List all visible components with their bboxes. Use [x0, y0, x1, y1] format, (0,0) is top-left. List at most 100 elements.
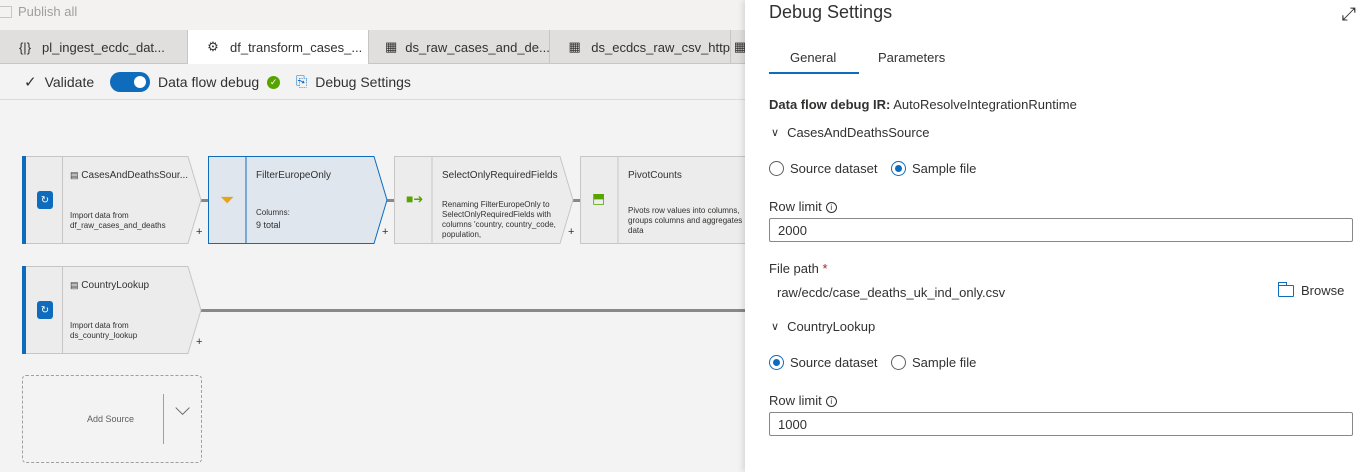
browse-label: Browse	[1301, 283, 1345, 298]
pipeline-icon: {|}	[18, 39, 32, 55]
add-step-button[interactable]: +	[196, 226, 202, 238]
column-count: 9 total	[256, 220, 281, 230]
editor-tabs: {|} pl_ingest_ecdc_dat... ⚙ df_transform…	[0, 30, 745, 64]
radio-sample-file[interactable]: Sample file	[891, 355, 976, 370]
tab-label: df_transform_cases_...	[230, 39, 363, 55]
dataflow-debug-toggle[interactable]: Data flow debug ✓	[110, 72, 281, 92]
file-path-value[interactable]: raw/ecdc/case_deaths_uk_ind_only.csv	[777, 285, 1005, 300]
toggle-switch[interactable]	[110, 72, 150, 92]
node-title: FilterEuropeOnly	[256, 170, 332, 181]
filter-icon: ⏷	[220, 190, 235, 210]
debug-ir-value: AutoResolveIntegrationRuntime	[893, 97, 1077, 112]
row-limit-label: Row limit i	[769, 393, 837, 408]
add-step-button[interactable]: +	[196, 336, 202, 348]
browse-button[interactable]: Browse	[1278, 281, 1345, 298]
dataflow-toolbar: ✓ Validate Data flow debug ✓ ⎘ Debug Set…	[0, 64, 745, 100]
tab-general[interactable]: General	[790, 50, 836, 65]
expand-icon[interactable]: ⤢	[1342, 4, 1356, 25]
add-step-button[interactable]: +	[568, 226, 574, 238]
node-description: Pivots row values into columns, groups c…	[628, 206, 743, 235]
tab-dataflow[interactable]: ⚙ df_transform_cases_...	[188, 30, 369, 64]
add-source-button[interactable]: Add Source ⌵	[22, 375, 202, 463]
radio-label: Source dataset	[790, 161, 878, 176]
node-title: ▤ CountryLookup	[70, 280, 190, 291]
node-title: SelectOnlyRequiredFields	[442, 170, 558, 181]
divider	[163, 394, 164, 444]
add-source-label: Add Source	[87, 414, 135, 424]
node-description: Import data from ds_country_lookup	[70, 321, 138, 340]
radio-button[interactable]	[891, 355, 906, 370]
node-cases-deaths-source[interactable]: ↻ ▤ CasesAndDeathsSour... Import data fr…	[22, 156, 202, 244]
node-pivot-counts[interactable]: ⬒ PivotCounts Pivots row values into col…	[580, 156, 745, 244]
row-limit-input[interactable]: 1000	[769, 412, 1353, 436]
info-icon[interactable]: i	[825, 202, 837, 214]
node-icon-area: ↻	[26, 266, 64, 354]
active-tab-indicator	[769, 72, 859, 74]
radio-label: Source dataset	[790, 355, 878, 370]
radio-label: Sample file	[912, 161, 977, 176]
dataflow-icon: ⚙	[207, 39, 219, 54]
tab-parameters[interactable]: Parameters	[878, 50, 945, 65]
file-path-text: File path	[769, 261, 819, 276]
row-limit-text: Row limit	[769, 393, 822, 408]
panel-title: Debug Settings	[769, 2, 893, 22]
node-description: Import data from df_raw_cases_and_deaths	[70, 211, 166, 230]
table-icon: ▦	[733, 39, 745, 54]
dataflow-canvas[interactable]: ↻ ▤ CasesAndDeathsSour... Import data fr…	[0, 101, 745, 472]
node-filter-europe-only[interactable]: ⏷ FilterEuropeOnly Columns: 9 total +	[208, 156, 388, 244]
table-icon: ▦	[385, 39, 398, 54]
node-title: ▤ CasesAndDeathsSour...	[70, 170, 190, 181]
node-title-text: CasesAndDeathsSour...	[81, 170, 189, 181]
success-check-icon: ✓	[267, 75, 281, 89]
radio-source-dataset[interactable]: Source dataset	[769, 161, 877, 176]
node-country-lookup[interactable]: ↻ ▤ CountryLookup Import data from ds_co…	[22, 266, 202, 354]
node-title-text: CountryLookup	[81, 280, 150, 291]
required-mark: *	[822, 261, 828, 276]
folder-icon	[1278, 281, 1294, 297]
debug-settings-label: Debug Settings	[315, 73, 411, 90]
row-limit-text: Row limit	[769, 199, 822, 214]
validate-label: Validate	[44, 74, 95, 90]
tab-dataset-raw-cases[interactable]: ▦ ds_raw_cases_and_de...	[369, 30, 550, 64]
dataflow-debug-label: Data flow debug	[158, 74, 260, 90]
radio-button[interactable]	[891, 161, 906, 176]
section-cases-deaths-source[interactable]: ∨ CasesAndDeathsSource	[771, 125, 929, 140]
tab-dataset-ecdc-http[interactable]: ▦ ds_ecdcs_raw_csv_http	[550, 30, 731, 64]
file-path-label: File path *	[769, 261, 828, 276]
tab-pipeline[interactable]: {|} pl_ingest_ecdc_dat...	[0, 30, 188, 64]
chevron-down-icon: ∨	[771, 321, 780, 333]
section-title: CasesAndDeathsSource	[787, 125, 930, 140]
debug-settings-button[interactable]: ⎘ Debug Settings	[296, 73, 411, 90]
node-select-required-fields[interactable]: ■➜ SelectOnlyRequiredFields Renaming Fil…	[394, 156, 574, 244]
select-icon: ■➜	[406, 192, 424, 206]
tab-overflow[interactable]: ▦	[731, 30, 745, 64]
radio-button[interactable]	[769, 161, 784, 176]
top-command-bar: Publish all	[0, 0, 745, 30]
row-limit-input[interactable]: 2000	[769, 218, 1353, 242]
chevron-down-icon[interactable]: ⌵	[175, 398, 190, 421]
pivot-icon: ⬒	[592, 190, 606, 206]
info-icon[interactable]: i	[825, 396, 837, 408]
tab-label: ds_raw_cases_and_de...	[405, 39, 550, 55]
section-country-lookup[interactable]: ∨ CountryLookup	[771, 319, 875, 334]
source-icon: ↻	[37, 301, 53, 319]
radio-sample-file[interactable]: Sample file	[891, 161, 976, 176]
section-title: CountryLookup	[787, 319, 876, 334]
validate-button[interactable]: ✓ Validate	[24, 73, 94, 91]
dataset-icon: ▤	[70, 170, 79, 180]
table-icon: ▦	[568, 39, 581, 54]
publish-all-label: Publish all	[18, 4, 78, 19]
node-title: PivotCounts	[628, 170, 682, 181]
add-step-button[interactable]: +	[382, 226, 388, 238]
debug-settings-panel: Debug Settings ⤢ General Parameters Data…	[745, 0, 1366, 472]
radio-source-dataset[interactable]: Source dataset	[769, 355, 877, 370]
node-description: Columns:	[256, 208, 290, 217]
publish-all-button[interactable]: Publish all	[0, 4, 77, 19]
checkmark-icon: ✓	[24, 74, 37, 91]
debug-settings-icon: ⎘	[296, 73, 308, 89]
link-line	[200, 309, 745, 312]
source-icon: ↻	[37, 191, 53, 209]
radio-button[interactable]	[769, 355, 784, 370]
node-description: Renaming FilterEuropeOnly to SelectOnlyR…	[442, 200, 556, 239]
dataset-icon: ▤	[70, 280, 79, 290]
